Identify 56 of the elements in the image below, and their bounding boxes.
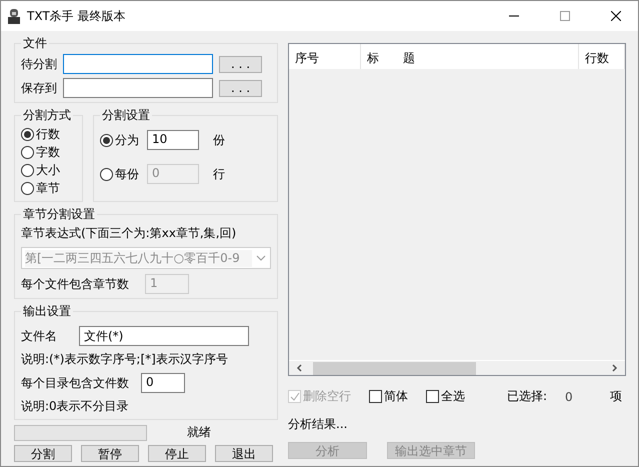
group-title: 分割设置 <box>101 107 151 124</box>
action-button[interactable]: 退出 <box>215 445 273 462</box>
checkbox[interactable] <box>426 390 439 403</box>
number-field[interactable]: 10 <box>147 130 199 150</box>
field-label: 每个文件包含章节数 <box>21 276 129 292</box>
radio-label: 分为 <box>115 132 139 148</box>
checkbox-label: 删除空行 <box>303 388 351 405</box>
action-button[interactable]: 分割 <box>14 445 72 462</box>
radio-button[interactable] <box>21 182 34 195</box>
column-header[interactable]: 序号 <box>289 44 361 69</box>
browse-button[interactable]: . . . <box>219 80 262 96</box>
window-title: TXT杀手 最终版本 <box>27 8 126 24</box>
group-title: 分割方式 <box>22 107 72 124</box>
radio-button[interactable] <box>100 134 113 146</box>
group-title: 章节分割设置 <box>22 206 96 223</box>
column-header[interactable]: 标 题 <box>361 44 579 69</box>
browse-button[interactable]: . . . <box>219 56 262 72</box>
expression-label: 章节表达式(下面三个为:第xx章节,集,回) <box>21 225 238 242</box>
radio-label: 行数 <box>36 126 60 143</box>
unit-label: 份 <box>213 132 225 148</box>
radio-label: 字数 <box>36 144 60 161</box>
field-label: 待分割 <box>21 56 57 72</box>
path-field[interactable] <box>63 78 213 98</box>
column-header[interactable]: 行数 <box>579 44 625 69</box>
close-icon <box>610 11 620 21</box>
note-text: 说明:(*)表示数字序号;[*]表示汉字序号 <box>21 351 229 368</box>
checkbox-label: 简体 <box>384 388 408 405</box>
radio-button[interactable] <box>21 128 34 141</box>
action-button[interactable]: 停止 <box>148 445 206 462</box>
selected-label: 已选择: <box>507 388 548 405</box>
note-text: 说明:0表示不分目录 <box>21 398 130 415</box>
checkbox-label: 全选 <box>441 388 465 405</box>
action-button[interactable]: 暂停 <box>81 445 139 462</box>
field-label: 保存到 <box>21 80 57 96</box>
radio-button[interactable] <box>21 146 34 159</box>
number-field[interactable]: 0 <box>141 373 185 393</box>
analysis-result: 分析结果... <box>288 416 348 433</box>
field-label: 文件名 <box>21 328 58 344</box>
group-title: 输出设置 <box>22 303 72 320</box>
selected-count: 0 <box>565 390 573 404</box>
radio-button[interactable] <box>21 164 34 177</box>
unit-label: 项 <box>610 388 622 405</box>
radio-label: 章节 <box>36 180 60 197</box>
radio-label: 每份 <box>115 166 139 182</box>
filename-field[interactable]: 文件(*) <box>79 326 249 346</box>
checkbox[interactable] <box>369 390 382 403</box>
group-title: 文件 <box>22 35 48 52</box>
horizontal-scrollbar[interactable] <box>289 360 625 375</box>
field-label: 每个目录包含文件数 <box>21 374 129 392</box>
path-field[interactable] <box>63 54 213 74</box>
chapter-list[interactable]: 序号 标 题 行数 <box>288 43 626 376</box>
status-text: 就绪 <box>187 424 211 441</box>
unit-label: 行 <box>213 166 225 182</box>
app-icon <box>7 8 21 24</box>
maximize-icon <box>560 11 570 21</box>
radio-label: 大小 <box>36 162 60 179</box>
